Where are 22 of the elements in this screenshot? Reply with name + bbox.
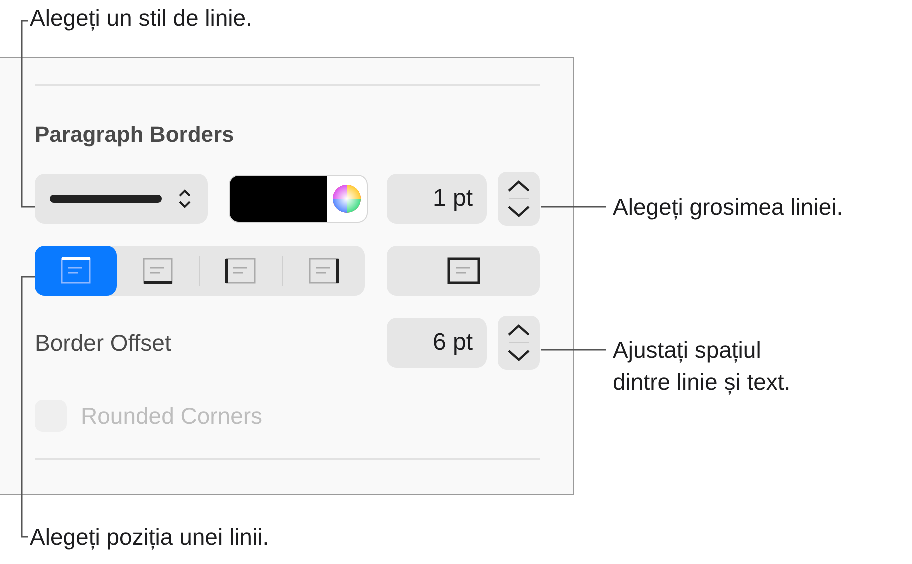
callout-text: Ajustați spațiul dintre linie și text. (613, 336, 792, 397)
section-title: Paragraph Borders (35, 122, 236, 148)
callout-text: Alegeți poziția unei linii. (30, 523, 270, 552)
border-edge-icon (223, 256, 259, 286)
offset-stepper[interactable] (498, 316, 540, 370)
leader-line (541, 206, 606, 208)
up-down-arrows-icon (506, 180, 532, 218)
chevron-icon (178, 188, 192, 210)
up-down-arrows-icon (506, 324, 532, 362)
line-style-icon (50, 194, 162, 204)
field-label: Border Offset (35, 330, 172, 356)
thickness-field[interactable]: 1 pt (387, 174, 487, 224)
box-border-icon (446, 256, 482, 286)
all-borders-button[interactable] (387, 246, 540, 296)
callout-text: Alegeți un stil de linie. (30, 4, 252, 33)
line-style-popup[interactable] (35, 174, 208, 224)
leader-line (541, 349, 606, 351)
callout-text: Alegeți grosimea liniei. (613, 193, 844, 222)
offset-field[interactable]: 6 pt (387, 318, 487, 368)
color-well[interactable] (230, 176, 367, 222)
thickness-stepper[interactable] (498, 172, 540, 226)
color-wheel-icon (332, 184, 362, 214)
